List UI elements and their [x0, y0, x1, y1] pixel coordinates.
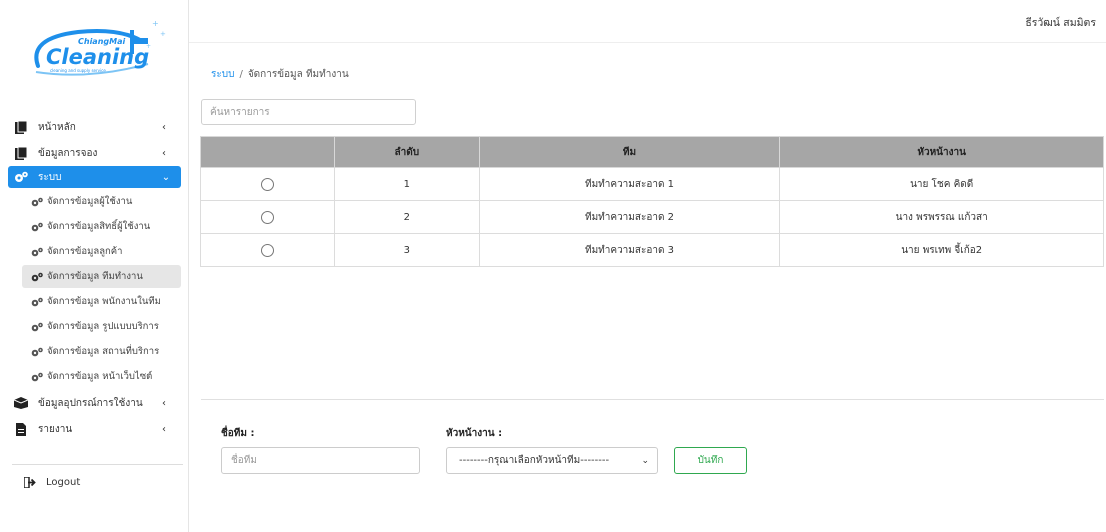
form-divider [201, 399, 1104, 400]
svg-text:cleaning and supply service: cleaning and supply service [50, 68, 106, 73]
chevron-left-icon: ‹ [162, 423, 166, 435]
leader-cell: นาย โชค คิดดี [779, 167, 1104, 201]
cogs-icon [31, 271, 43, 283]
column-header-order: ลำดับ [333, 136, 480, 168]
leader-select[interactable]: --------กรุณาเลือกหัวหน้าทีม-------- ⌄ [446, 447, 658, 474]
chevron-left-icon: ‹ [162, 397, 166, 409]
cogs-icon [31, 346, 43, 358]
sidebar-item-home[interactable]: หน้าหลัก ‹ [0, 116, 189, 138]
cogs-icon [31, 196, 43, 208]
cogs-icon [31, 371, 43, 383]
logout-button[interactable]: Logout [24, 477, 80, 488]
leader-select-value: --------กรุณาเลือกหัวหน้าทีม-------- [459, 455, 610, 466]
submenu-item-service-types[interactable]: จัดการข้อมูล รูปแบบบริการ [22, 315, 181, 338]
submenu-item-service-locations[interactable]: จัดการข้อมูล สถานที่บริการ [22, 340, 181, 363]
submenu-item-label: จัดการข้อมูล ทีมทำงาน [47, 271, 143, 282]
cogs-icon [31, 321, 43, 333]
table-row[interactable]: 1 ทีมทำความสะอาด 1 นาย โชค คิดดี [200, 167, 1104, 201]
svg-text:+: + [152, 19, 159, 28]
team-name-label: ชื่อทีม : [221, 428, 255, 439]
sidebar-menu: หน้าหลัก ‹ ข้อมูลการจอง ‹ ระบบ ⌄ จัดการข… [0, 112, 189, 440]
submenu-item-label: จัดการข้อมูล รูปแบบบริการ [47, 321, 159, 332]
submenu-item-users[interactable]: จัดการข้อมูลผู้ใช้งาน [22, 190, 181, 213]
team-cell: ทีมทำความสะอาด 1 [478, 167, 781, 201]
select-cell [200, 233, 335, 267]
team-cell: ทีมทำความสะอาด 3 [478, 233, 781, 267]
submenu-item-permissions[interactable]: จัดการข้อมูลสิทธิ์ผู้ใช้งาน [22, 215, 181, 238]
leader-cell: นาย พรเทพ จี้เก้อ2 [779, 233, 1104, 267]
cogs-icon [31, 296, 43, 308]
breadcrumb-root[interactable]: ระบบ [211, 69, 234, 80]
row-radio[interactable] [260, 243, 274, 257]
sidebar-item-reports[interactable]: รายงาน ‹ [0, 418, 189, 440]
breadcrumb-current: จัดการข้อมูล ทีมทำงาน [247, 69, 349, 80]
submenu-item-label: จัดการข้อมูลผู้ใช้งาน [47, 196, 133, 207]
submenu-item-customers[interactable]: จัดการข้อมูลลูกค้า [22, 240, 181, 263]
topbar-divider [189, 42, 1106, 43]
submenu-item-teams[interactable]: จัดการข้อมูล ทีมทำงาน [22, 265, 181, 288]
sidebar-item-label: ข้อมูลอุปกรณ์การใช้งาน [38, 397, 143, 409]
breadcrumb: ระบบ / จัดการข้อมูล ทีมทำงาน [211, 67, 349, 82]
row-radio[interactable] [260, 177, 274, 191]
chevron-down-icon: ⌄ [161, 171, 171, 183]
sidebar-item-label: ข้อมูลการจอง [38, 147, 98, 159]
sidebar-item-booking[interactable]: ข้อมูลการจอง ‹ [0, 142, 189, 164]
box-icon [14, 396, 28, 410]
file-icon [14, 422, 28, 436]
sidebar-item-system[interactable]: ระบบ ⌄ [8, 166, 181, 188]
chevron-left-icon: ‹ [162, 121, 166, 133]
column-header-team: ทีม [478, 136, 781, 168]
logout-label: Logout [46, 477, 81, 488]
user-name[interactable]: ธีรวัฒน์ สมมิตร [1025, 14, 1096, 31]
breadcrumb-separator: / [239, 69, 243, 80]
order-cell: 2 [333, 200, 480, 234]
column-header-leader: หัวหน้างาน [779, 136, 1104, 168]
teams-table: ลำดับ ทีม หัวหน้างาน 1 ทีมทำความสะอาด 1 … [200, 136, 1104, 267]
sidebar-divider [12, 464, 183, 465]
save-button[interactable]: บันทึก [674, 447, 747, 474]
chevron-down-icon: ⌄ [641, 455, 649, 466]
submenu-item-label: จัดการข้อมูล หน้าเว็บไซต์ [47, 371, 153, 382]
submenu-item-label: จัดการข้อมูลลูกค้า [47, 246, 123, 257]
document-icon [14, 120, 28, 134]
sign-out-icon [24, 477, 36, 488]
document-icon [14, 146, 28, 160]
row-radio[interactable] [260, 210, 274, 224]
submenu-item-label: จัดการข้อมูล สถานที่บริการ [47, 346, 160, 357]
submenu-item-website[interactable]: จัดการข้อมูล หน้าเว็บไซต์ [22, 365, 181, 388]
svg-text:Cleaning: Cleaning [46, 45, 149, 69]
search-input[interactable] [201, 99, 416, 125]
submenu-item-team-members[interactable]: จัดการข้อมูล พนักงานในทีม [22, 290, 181, 313]
order-cell: 1 [333, 167, 480, 201]
team-cell: ทีมทำความสะอาด 2 [478, 200, 781, 234]
select-cell [200, 200, 335, 234]
sidebar-item-label: รายงาน [38, 423, 73, 435]
system-submenu: จัดการข้อมูลผู้ใช้งาน จัดการข้อมูลสิทธิ์… [0, 190, 189, 388]
table-row[interactable]: 3 ทีมทำความสะอาด 3 นาย พรเทพ จี้เก้อ2 [200, 233, 1104, 267]
team-name-input[interactable] [221, 447, 420, 474]
column-header-select [200, 136, 335, 168]
cogs-icon [31, 246, 43, 258]
order-cell: 3 [333, 233, 480, 267]
chiangmai-cleaning-logo[interactable]: + + + ChiangMai Cleaning cleaning and su… [28, 18, 168, 84]
sidebar-item-label: ระบบ [38, 171, 62, 183]
select-cell [200, 167, 335, 201]
submenu-item-label: จัดการข้อมูล พนักงานในทีม [47, 296, 161, 307]
chevron-left-icon: ‹ [162, 147, 166, 159]
sidebar-item-equipment[interactable]: ข้อมูลอุปกรณ์การใช้งาน ‹ [0, 392, 189, 414]
leader-label: หัวหน้างาน : [446, 428, 503, 439]
table-row[interactable]: 2 ทีมทำความสะอาด 2 นาง พรพรรณ แก้วสา [200, 200, 1104, 234]
sidebar: + + + ChiangMai Cleaning cleaning and su… [0, 0, 189, 532]
table-header-row: ลำดับ ทีม หัวหน้างาน [200, 136, 1104, 168]
submenu-item-label: จัดการข้อมูลสิทธิ์ผู้ใช้งาน [47, 221, 151, 232]
cogs-icon [14, 170, 28, 184]
cogs-icon [31, 221, 43, 233]
sidebar-item-label: หน้าหลัก [38, 121, 76, 133]
leader-cell: นาง พรพรรณ แก้วสา [779, 200, 1104, 234]
svg-text:+: + [160, 30, 166, 38]
